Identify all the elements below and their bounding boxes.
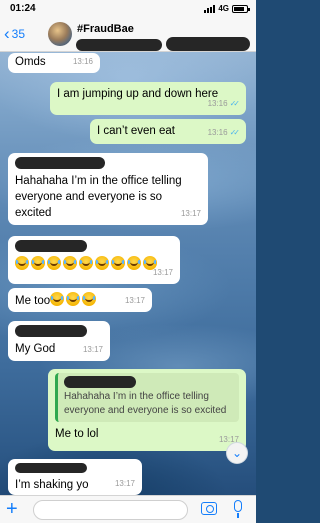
message-text: I’m shaking yo <box>15 479 89 491</box>
message-time: 13:17 <box>114 479 135 488</box>
read-ticks-icon: ✓✓ <box>229 128 241 137</box>
back-button[interactable]: ‹ 35 <box>4 24 26 43</box>
message-meta: 13:17 <box>153 265 173 281</box>
redacted-sender <box>15 463 87 473</box>
message-bubble[interactable]: Hahahaha I’m in the office telling every… <box>48 369 246 451</box>
laughing-emoji-icon <box>111 256 125 270</box>
message-bubble[interactable]: I can’t even eat 13:16 ✓✓ <box>90 119 246 144</box>
redacted-participants <box>166 37 250 51</box>
message-meta: 13:16 <box>73 54 93 70</box>
message-text: Me to lol <box>55 428 99 440</box>
camera-icon[interactable] <box>201 502 217 515</box>
battery-icon <box>232 4 250 13</box>
read-ticks-icon: ✓✓ <box>229 99 241 108</box>
redacted-sender <box>64 376 136 388</box>
message-text: I am jumping up and down here <box>57 88 219 100</box>
message-input-bar: + <box>0 495 256 523</box>
quoted-text: Hahahaha I’m in the office telling every… <box>64 391 227 416</box>
message-time: 13:16 <box>72 57 93 66</box>
message-bubble[interactable]: Me too 13:17 <box>8 288 152 312</box>
avatar[interactable] <box>48 22 72 46</box>
message-meta: 13:17 <box>181 206 201 222</box>
message-meta: 13:17 <box>83 342 103 358</box>
message-bubble[interactable]: 13:17 <box>8 236 180 284</box>
laughing-emoji-icon <box>15 256 29 270</box>
redacted-sender <box>15 325 87 337</box>
message-meta: 13:17 <box>115 476 135 492</box>
message-bubble[interactable]: I am jumping up and down here 13:16 ✓✓ <box>50 82 246 115</box>
laughing-emoji-icon <box>47 256 61 270</box>
redacted-participants <box>76 39 162 51</box>
chat-screen: 01:24 4G ‹ 35 #FraudBae Omds 13:16 I am … <box>0 0 256 523</box>
chat-header: ‹ 35 #FraudBae <box>0 18 256 52</box>
message-bubble[interactable]: My God 13:17 <box>8 321 110 361</box>
laughing-emoji-icon <box>82 292 97 306</box>
message-time: 13:16 <box>207 128 228 137</box>
chevron-left-icon: ‹ <box>4 24 10 43</box>
message-text: I can’t even eat <box>97 125 175 137</box>
chat-title[interactable]: #FraudBae <box>77 23 134 35</box>
redacted-sender <box>15 240 87 252</box>
microphone-icon[interactable] <box>234 500 242 518</box>
status-time: 01:24 <box>10 3 36 14</box>
message-meta: 13:17 <box>125 293 145 309</box>
plus-icon[interactable]: + <box>6 498 18 520</box>
laughing-emoji-icon <box>31 256 45 270</box>
battery-level <box>234 6 244 11</box>
redacted-sender <box>15 157 105 169</box>
message-text: Me too <box>15 295 51 307</box>
signal-icon <box>204 4 216 13</box>
message-time: 13:16 <box>207 99 228 108</box>
message-text: Omds <box>15 56 46 68</box>
message-time: 13:17 <box>82 345 103 354</box>
network-type: 4G <box>218 4 229 13</box>
status-bar: 01:24 4G <box>0 0 256 18</box>
quoted-message[interactable]: Hahahaha I’m in the office telling every… <box>55 373 239 422</box>
message-bubble[interactable]: I’m shaking yo 13:17 <box>8 459 142 495</box>
laughing-emoji-icon <box>127 256 141 270</box>
laughing-emoji-icon <box>79 256 93 270</box>
message-time: 13:17 <box>124 296 145 305</box>
status-indicators: 4G <box>204 4 250 13</box>
unread-count: 35 <box>11 27 26 41</box>
message-bubble[interactable]: Hahahaha I’m in the office telling every… <box>8 153 208 225</box>
message-time: 13:17 <box>152 268 173 277</box>
message-meta: 13:16 ✓✓ <box>207 125 241 141</box>
chevron-down-icon: ⌄ <box>231 446 243 460</box>
message-time: 13:17 <box>180 209 201 218</box>
laughing-emoji-icon <box>66 292 81 306</box>
message-text: My God <box>15 343 56 355</box>
message-input[interactable] <box>33 500 188 520</box>
emoji-row <box>15 256 159 271</box>
message-bubble[interactable]: Omds 13:16 <box>8 53 100 73</box>
laughing-emoji-icon <box>95 256 109 270</box>
message-meta: 13:16 ✓✓ <box>207 96 241 112</box>
message-text: Hahahaha I’m in the office telling every… <box>15 175 182 219</box>
laughing-emoji-icon <box>50 292 65 306</box>
laughing-emoji-icon <box>63 256 77 270</box>
scroll-to-bottom-button[interactable]: ⌄ <box>226 442 248 464</box>
